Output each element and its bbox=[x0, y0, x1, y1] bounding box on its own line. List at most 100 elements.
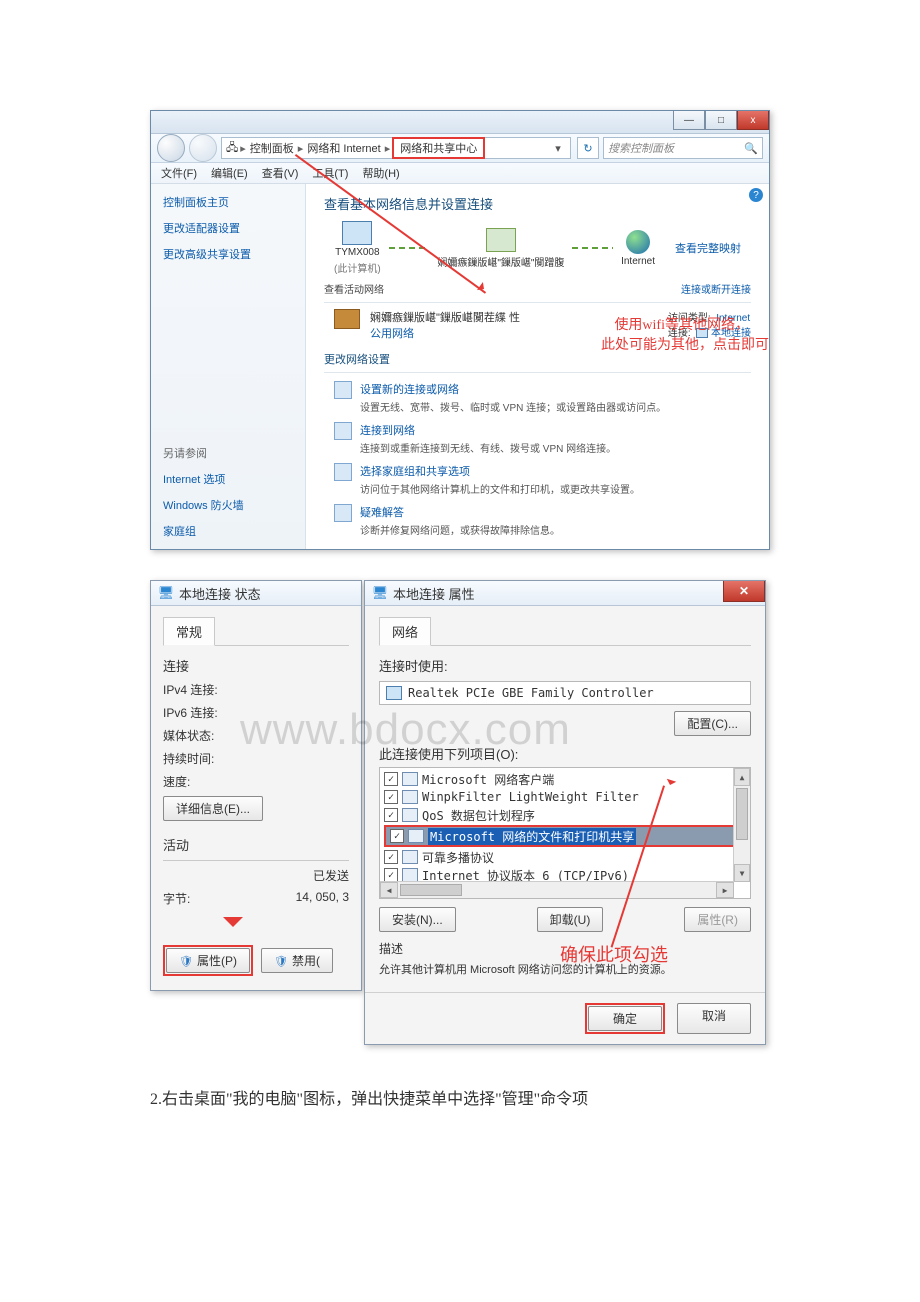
menu-file[interactable]: 文件(F) bbox=[161, 165, 197, 181]
label-uses-items: 此连接使用下列项目(O): bbox=[379, 744, 751, 763]
highlight-ok: 确定 bbox=[585, 1003, 665, 1034]
scroll-right-button[interactable]: ▶ bbox=[716, 882, 734, 898]
list-item-label: Microsoft 网络客户端 bbox=[422, 771, 554, 788]
search-placeholder: 搜索控制面板 bbox=[608, 140, 674, 156]
window-titlebar[interactable]: — □ x bbox=[151, 111, 769, 134]
scroll-up-button[interactable]: ▲ bbox=[734, 768, 750, 786]
list-horizontal-scrollbar[interactable]: ◀ ▶ bbox=[380, 881, 734, 898]
window-close-button[interactable]: x bbox=[737, 111, 769, 130]
sidebar-internet-options[interactable]: Internet 选项 bbox=[163, 471, 293, 487]
annotation-text-1: 使用wifi等其他网络， bbox=[614, 314, 749, 334]
checkbox-icon[interactable]: ✓ bbox=[384, 808, 398, 822]
menu-view[interactable]: 查看(V) bbox=[262, 165, 299, 181]
breadcrumb-icon: 🖧 bbox=[226, 139, 238, 158]
nic-icon bbox=[386, 686, 402, 700]
tab-network[interactable]: 网络 bbox=[379, 617, 431, 646]
details-button[interactable]: 详细信息(E)... bbox=[163, 796, 263, 821]
status-title: 本地连接 状态 bbox=[179, 584, 261, 603]
node-internet: Internet bbox=[621, 230, 655, 267]
search-icon[interactable]: 🔍 bbox=[744, 142, 758, 155]
properties-button[interactable]: 属性(P) bbox=[166, 948, 250, 973]
sidebar-advanced-sharing[interactable]: 更改高级共享设置 bbox=[163, 246, 293, 262]
label-connect-using: 连接时使用: bbox=[379, 656, 751, 675]
window-minimize-button[interactable]: — bbox=[673, 111, 705, 130]
hscroll-thumb[interactable] bbox=[400, 884, 462, 896]
task-troubleshoot[interactable]: 疑难解答诊断并修复网络问题，或获得故障排除信息。 bbox=[334, 504, 751, 537]
pc-icon bbox=[342, 221, 372, 245]
list-item-label: WinpkFilter LightWeight Filter bbox=[422, 790, 639, 804]
uninstall-button[interactable]: 卸载(U) bbox=[537, 907, 604, 932]
search-input[interactable]: 搜索控制面板 🔍 bbox=[603, 137, 763, 159]
menu-help[interactable]: 帮助(H) bbox=[362, 165, 399, 181]
breadcrumb-network-internet[interactable]: 网络和 Internet bbox=[307, 140, 380, 156]
breadcrumb-dropdown[interactable]: ▾ bbox=[550, 142, 566, 155]
label-bytes: 字节: bbox=[163, 890, 190, 907]
prop-titlebar[interactable]: 🖥 本地连接 属性 bbox=[365, 581, 765, 606]
link-connect-disconnect[interactable]: 连接或断开连接 bbox=[681, 281, 751, 296]
list-item[interactable]: ✓ QoS 数据包计划程序 bbox=[380, 806, 750, 824]
tab-general[interactable]: 常规 bbox=[163, 617, 215, 646]
checkbox-icon[interactable]: ✓ bbox=[384, 850, 398, 864]
scroll-down-button[interactable]: ▼ bbox=[734, 864, 750, 882]
configure-button[interactable]: 配置(C)... bbox=[674, 711, 751, 736]
menu-edit[interactable]: 编辑(E) bbox=[211, 165, 248, 181]
breadcrumb-network-sharing-center[interactable]: 网络和共享中心 bbox=[400, 140, 477, 156]
breadcrumb-bar[interactable]: 🖧 ▸ 控制面板 ▸ 网络和 Internet ▸ 网络和共享中心 ▾ bbox=[221, 137, 571, 159]
sidebar-home[interactable]: 控制面板主页 bbox=[163, 194, 293, 210]
homegroup-icon bbox=[334, 463, 352, 481]
active-networks-label: 查看活动网络 bbox=[324, 281, 384, 296]
network-type-link[interactable]: 公用网络 bbox=[370, 328, 414, 340]
component-list[interactable]: ✓ Microsoft 网络客户端 ✓ WinpkFilter LightWeight… bbox=[379, 767, 751, 899]
nav-forward-button[interactable] bbox=[189, 134, 217, 162]
checkbox-icon[interactable]: ✓ bbox=[390, 829, 404, 843]
checkbox-icon[interactable]: ✓ bbox=[384, 790, 398, 804]
section-connection: 连接 bbox=[163, 656, 349, 675]
ok-button[interactable]: 确定 bbox=[588, 1006, 662, 1031]
install-button[interactable]: 安装(N)... bbox=[379, 907, 456, 932]
highlight-properties: 属性(P) bbox=[163, 945, 253, 976]
component-icon bbox=[402, 850, 418, 864]
component-icon bbox=[402, 790, 418, 804]
list-item[interactable]: ✓ Microsoft 网络的文件和打印机共享 bbox=[386, 827, 744, 845]
refresh-button[interactable]: ↻ bbox=[577, 137, 599, 159]
checkbox-icon[interactable]: ✓ bbox=[384, 772, 398, 786]
list-item-label: Microsoft 网络的文件和打印机共享 bbox=[428, 828, 636, 845]
task-new-connection[interactable]: 设置新的连接或网络设置无线、宽带、拨号、临时或 VPN 连接；或设置路由器或访问… bbox=[334, 381, 751, 414]
link-full-map[interactable]: 查看完整映射 bbox=[675, 240, 741, 256]
task-homegroup-sharing[interactable]: 选择家庭组和共享选项访问位于其他网络计算机上的文件和打印机，或更改共享设置。 bbox=[334, 463, 751, 496]
adapter-name: Realtek PCIe GBE Family Controller bbox=[408, 686, 654, 700]
sidebar-see-also: 另请参阅 bbox=[163, 445, 293, 461]
monitor-icon: 🖥 bbox=[373, 586, 387, 600]
globe-icon bbox=[626, 230, 650, 254]
breadcrumb-control-panel[interactable]: 控制面板 bbox=[250, 140, 294, 156]
sidebar-change-adapter[interactable]: 更改适配器设置 bbox=[163, 220, 293, 236]
dialog-close-button[interactable]: ✕ bbox=[723, 581, 765, 602]
disable-button[interactable]: 禁用( bbox=[261, 948, 333, 973]
monitor-icon: 🖥 bbox=[159, 586, 173, 600]
connect-icon bbox=[334, 422, 352, 440]
cancel-button[interactable]: 取消 bbox=[677, 1003, 751, 1034]
scroll-left-button[interactable]: ◀ bbox=[380, 882, 398, 898]
list-item[interactable]: ✓ Microsoft 网络客户端 bbox=[380, 770, 750, 788]
checkbox-icon[interactable]: ✓ bbox=[384, 868, 398, 882]
sidebar-homegroup[interactable]: 家庭组 bbox=[163, 523, 293, 539]
menu-bar: 文件(F) 编辑(E) 查看(V) 工具(T) 帮助(H) bbox=[151, 163, 769, 184]
status-titlebar[interactable]: 🖥 本地连接 状态 bbox=[151, 581, 361, 606]
window-maximize-button[interactable]: □ bbox=[705, 111, 737, 130]
label-duration: 持续时间: bbox=[163, 750, 214, 767]
list-item[interactable]: ✓ WinpkFilter LightWeight Filter bbox=[380, 788, 750, 806]
breadcrumb-sep: ▸ bbox=[240, 142, 246, 155]
list-item-label: QoS 数据包计划程序 bbox=[422, 807, 535, 824]
label-ipv6: IPv6 连接: bbox=[163, 704, 218, 721]
list-vertical-scrollbar[interactable]: ▲ ▼ bbox=[733, 768, 750, 882]
scroll-thumb[interactable] bbox=[736, 788, 748, 840]
highlight-selected-item: ✓ Microsoft 网络的文件和打印机共享 bbox=[384, 825, 746, 847]
sidebar-windows-firewall[interactable]: Windows 防火墙 bbox=[163, 497, 293, 513]
item-properties-button[interactable]: 属性(R) bbox=[684, 907, 751, 932]
task-connect-network[interactable]: 连接到网络连接到或重新连接到无线、有线、拨号或 VPN 网络连接。 bbox=[334, 422, 751, 455]
node-this-pc: TYMX008 (此计算机) bbox=[334, 221, 381, 275]
network-icon bbox=[486, 228, 516, 252]
list-item[interactable]: ✓可靠多播协议 bbox=[380, 848, 750, 866]
nav-back-button[interactable] bbox=[157, 134, 185, 162]
adapter-field: Realtek PCIe GBE Family Controller bbox=[379, 681, 751, 705]
